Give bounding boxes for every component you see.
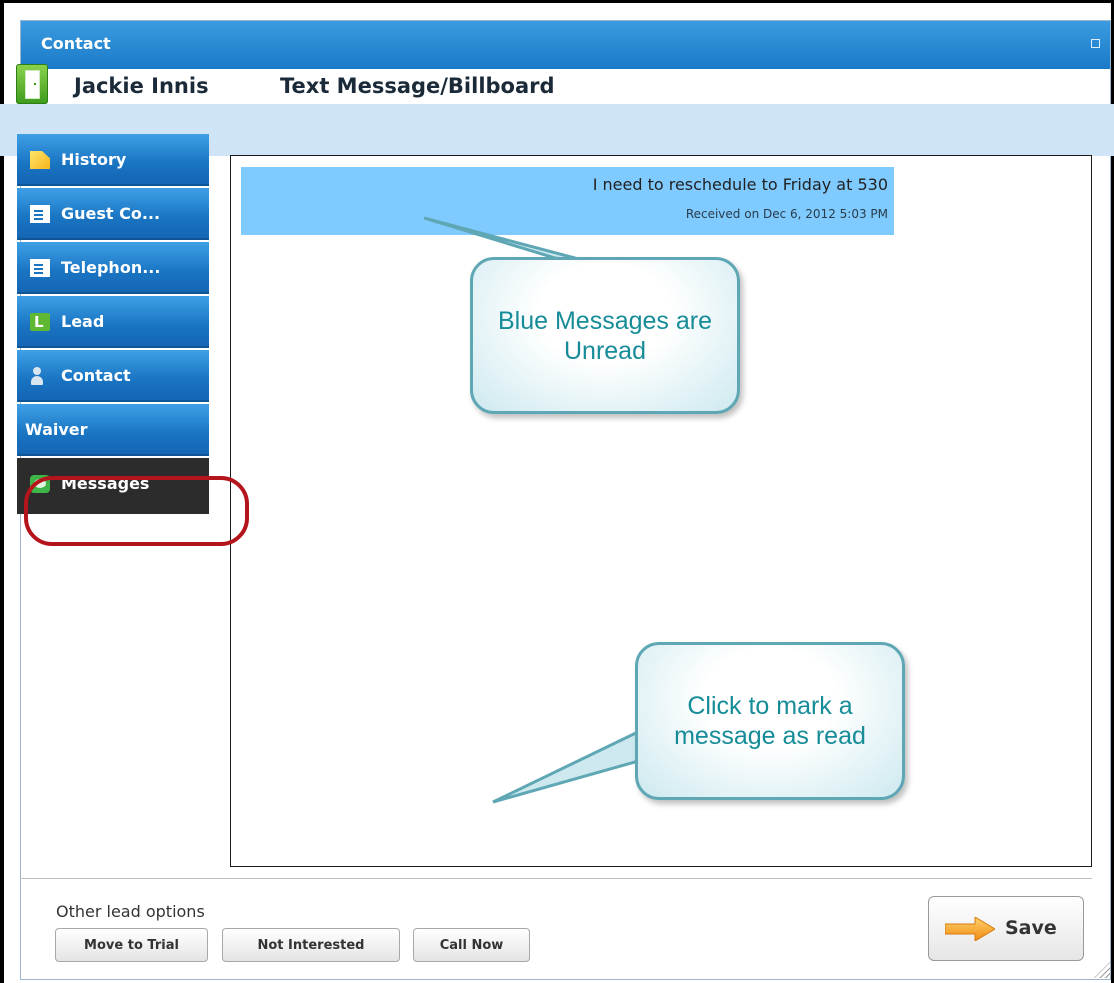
callout-mark-read-info: Click to mark a message as read [635,642,905,800]
history-icon [30,151,50,169]
form-icon [30,259,50,277]
contact-name: Jackie Innis [74,74,209,98]
message-timestamp: Received on Dec 6, 2012 5:03 PM [685,207,888,221]
arrow-right-icon [945,917,995,941]
page-title: Text Message/Billboard [280,74,555,98]
sidebar-item-label: Lead [61,312,105,331]
sidebar-item-lead[interactable]: Lead [17,296,209,348]
message-item-unread[interactable]: I need to reschedule to Friday at 530 Re… [241,167,894,235]
screenshot-frame-top [0,0,1114,3]
sidebar-item-waiver[interactable]: Waiver [17,404,209,456]
maximize-icon[interactable] [1091,39,1100,48]
sidebar-item-label: Contact [61,366,131,385]
window-titlebar[interactable]: Contact [21,21,1110,69]
sidebar-item-contact[interactable]: Contact [17,350,209,402]
call-now-button[interactable]: Call Now [413,928,530,962]
sidebar-item-label: History [61,150,127,169]
save-button-label: Save [1005,917,1057,939]
sidebar-item-guest-contact[interactable]: Guest Co... [17,188,209,240]
move-to-trial-button[interactable]: Move to Trial [55,928,208,962]
sidebar-item-label: Guest Co... [61,204,161,223]
sidebar-item-label: Waiver [25,420,88,439]
message-text: I need to reschedule to Friday at 530 [592,175,888,194]
sidebar-item-messages[interactable]: Messages [17,458,209,514]
form-icon [30,205,50,223]
callout-mark-read-text: Click to mark a message as read [674,692,866,750]
sidebar-item-label: Messages [61,474,150,493]
other-lead-options-label: Other lead options [56,902,205,921]
callout-unread-info: Blue Messages are Unread [470,257,740,414]
sidebar-item-history[interactable]: History [17,134,209,186]
save-button[interactable]: Save [928,896,1084,961]
not-interested-button[interactable]: Not Interested [222,928,400,962]
person-icon [30,367,44,385]
door-icon [16,64,48,104]
footer-divider [20,878,1092,879]
sidebar-item-telephone[interactable]: Telephon... [17,242,209,294]
lead-icon [30,313,50,331]
callout-unread-text: Blue Messages are Unread [497,306,712,365]
chat-icon [30,475,50,493]
sidebar-item-label: Telephon... [61,258,161,277]
sidebar-nav: History Guest Co... Telephon... Lead Con… [17,134,209,524]
window-title: Contact [41,34,111,53]
